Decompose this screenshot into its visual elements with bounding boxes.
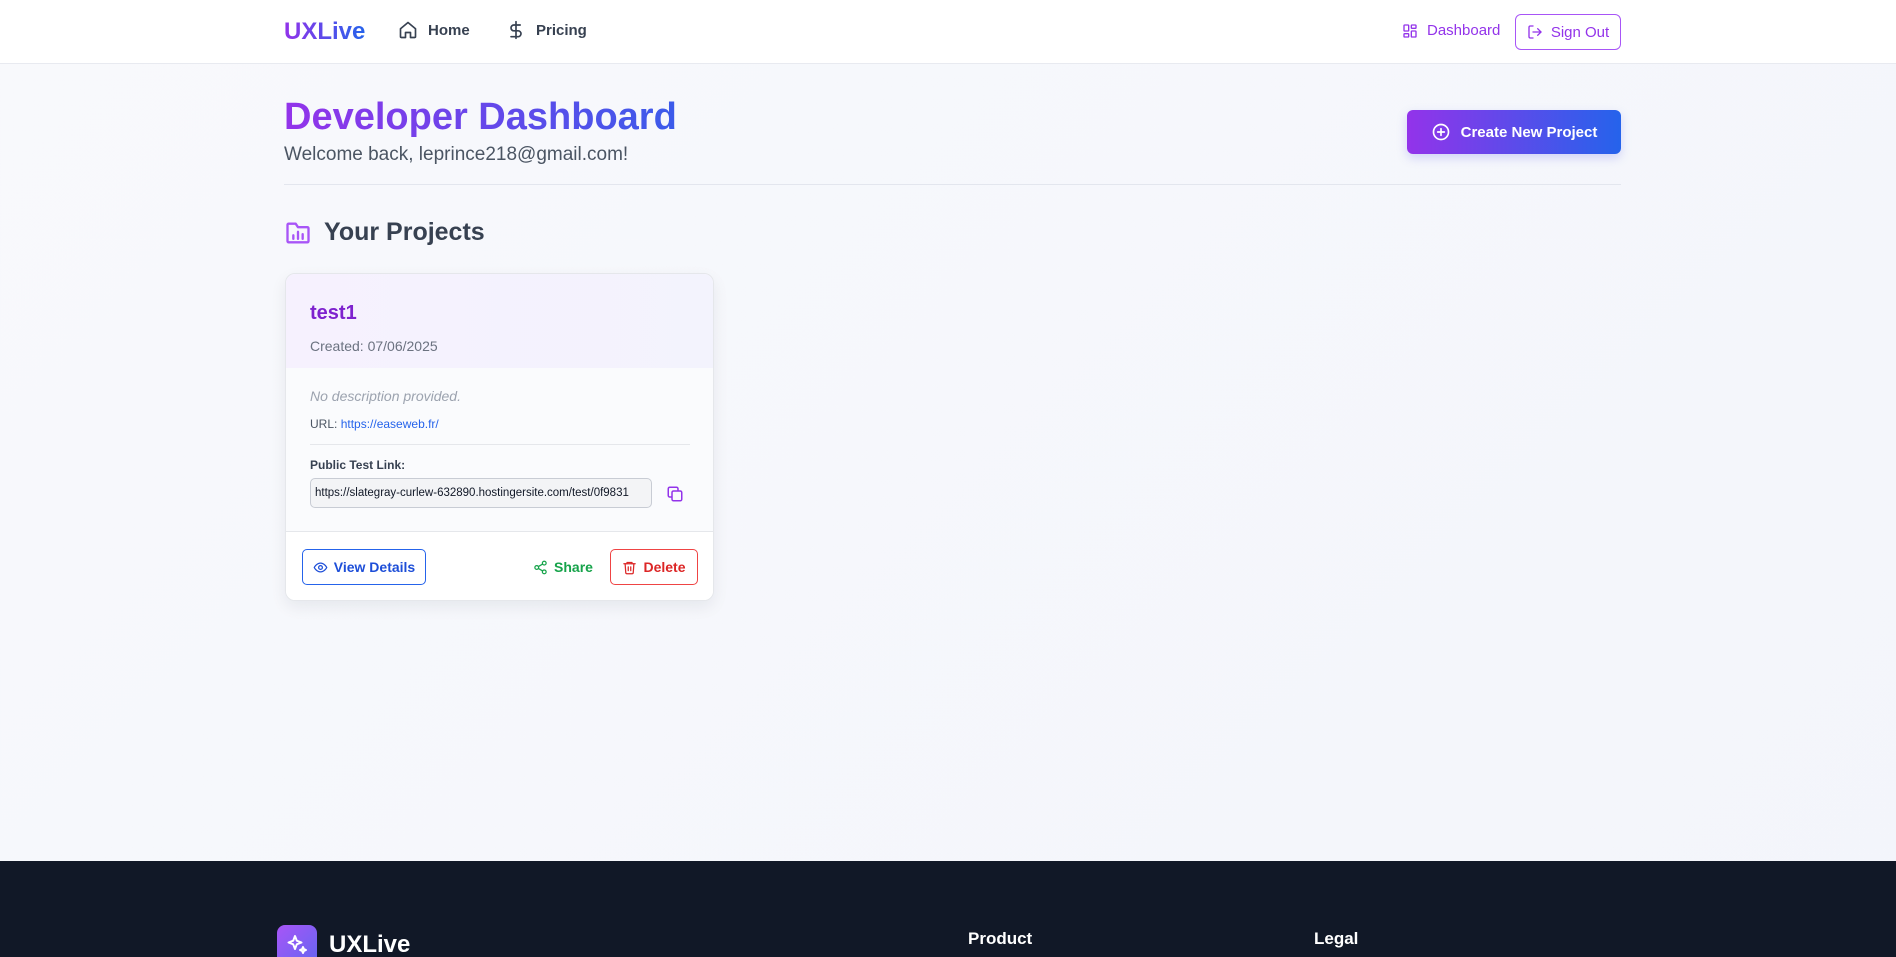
dollar-icon: [510, 20, 522, 40]
dashboard-grid-icon: [1403, 23, 1417, 38]
share-label: Share: [554, 559, 593, 575]
plus-circle-icon: [1432, 123, 1449, 141]
section-title: Your Projects: [324, 218, 485, 246]
project-card-header: test1 Created: 07/06/2025: [286, 274, 713, 368]
project-url-label: URL:: [310, 417, 338, 431]
project-created-date: Created: 07/06/2025: [310, 338, 438, 354]
project-card-actions: View Details Share Delete: [286, 531, 713, 600]
create-new-project-label: Create New Project: [1460, 123, 1598, 141]
project-card-body: No description provided. URL: https://ea…: [286, 368, 713, 536]
brand-logo[interactable]: UXLive: [284, 18, 365, 46]
log-out-icon: [1528, 25, 1542, 39]
project-url-link[interactable]: https://easeweb.fr/: [341, 417, 439, 431]
sign-out-label: Sign Out: [1550, 23, 1610, 41]
project-url-row: URL: https://easeweb.fr/: [310, 417, 439, 431]
dashboard-label: Dashboard: [1427, 22, 1501, 39]
share-button[interactable]: Share: [532, 549, 594, 585]
page-title: Developer Dashboard: [284, 96, 677, 138]
top-navbar: UXLive Home Pricing Dashboard Sign Out: [0, 0, 1896, 64]
footer-legal-heading: Legal: [1314, 929, 1359, 948]
project-name: test1: [310, 302, 357, 324]
nav-pricing-link[interactable]: Pricing: [506, 20, 587, 40]
public-link-label: Public Test Link:: [310, 458, 406, 472]
copy-link-button[interactable]: [664, 483, 686, 505]
copy-icon: [667, 486, 683, 502]
footer-product-heading: Product: [968, 929, 1033, 948]
view-details-label: View Details: [333, 559, 416, 575]
public-link-input[interactable]: [310, 478, 652, 508]
share-icon: [534, 560, 547, 574]
projects-section-header: Your Projects: [284, 218, 485, 247]
dashboard-link[interactable]: Dashboard: [1402, 22, 1500, 39]
nav-home-link[interactable]: Home: [398, 20, 470, 40]
trash-icon: [623, 561, 637, 574]
sign-out-button[interactable]: Sign Out: [1515, 14, 1621, 50]
footer-logo: [277, 925, 317, 957]
footer-brand: UXLive: [329, 931, 411, 957]
welcome-message: Welcome back, leprince218@gmail.com!: [284, 144, 629, 165]
create-new-project-button[interactable]: Create New Project: [1407, 110, 1621, 154]
sparkles-icon: [287, 935, 307, 954]
card-divider: [310, 444, 690, 445]
header-divider: [284, 184, 1621, 185]
view-details-button[interactable]: View Details: [302, 549, 426, 585]
delete-label: Delete: [643, 559, 686, 575]
project-description: No description provided.: [310, 388, 461, 404]
nav-home-label: Home: [428, 21, 470, 39]
eye-icon: [313, 562, 328, 572]
delete-button[interactable]: Delete: [610, 549, 698, 585]
nav-pricing-label: Pricing: [536, 21, 587, 39]
site-footer: UXLive Product Legal: [0, 861, 1896, 957]
folder-chart-icon: [286, 222, 310, 243]
project-card: test1 Created: 07/06/2025 No description…: [285, 273, 714, 601]
home-icon: [399, 21, 417, 39]
